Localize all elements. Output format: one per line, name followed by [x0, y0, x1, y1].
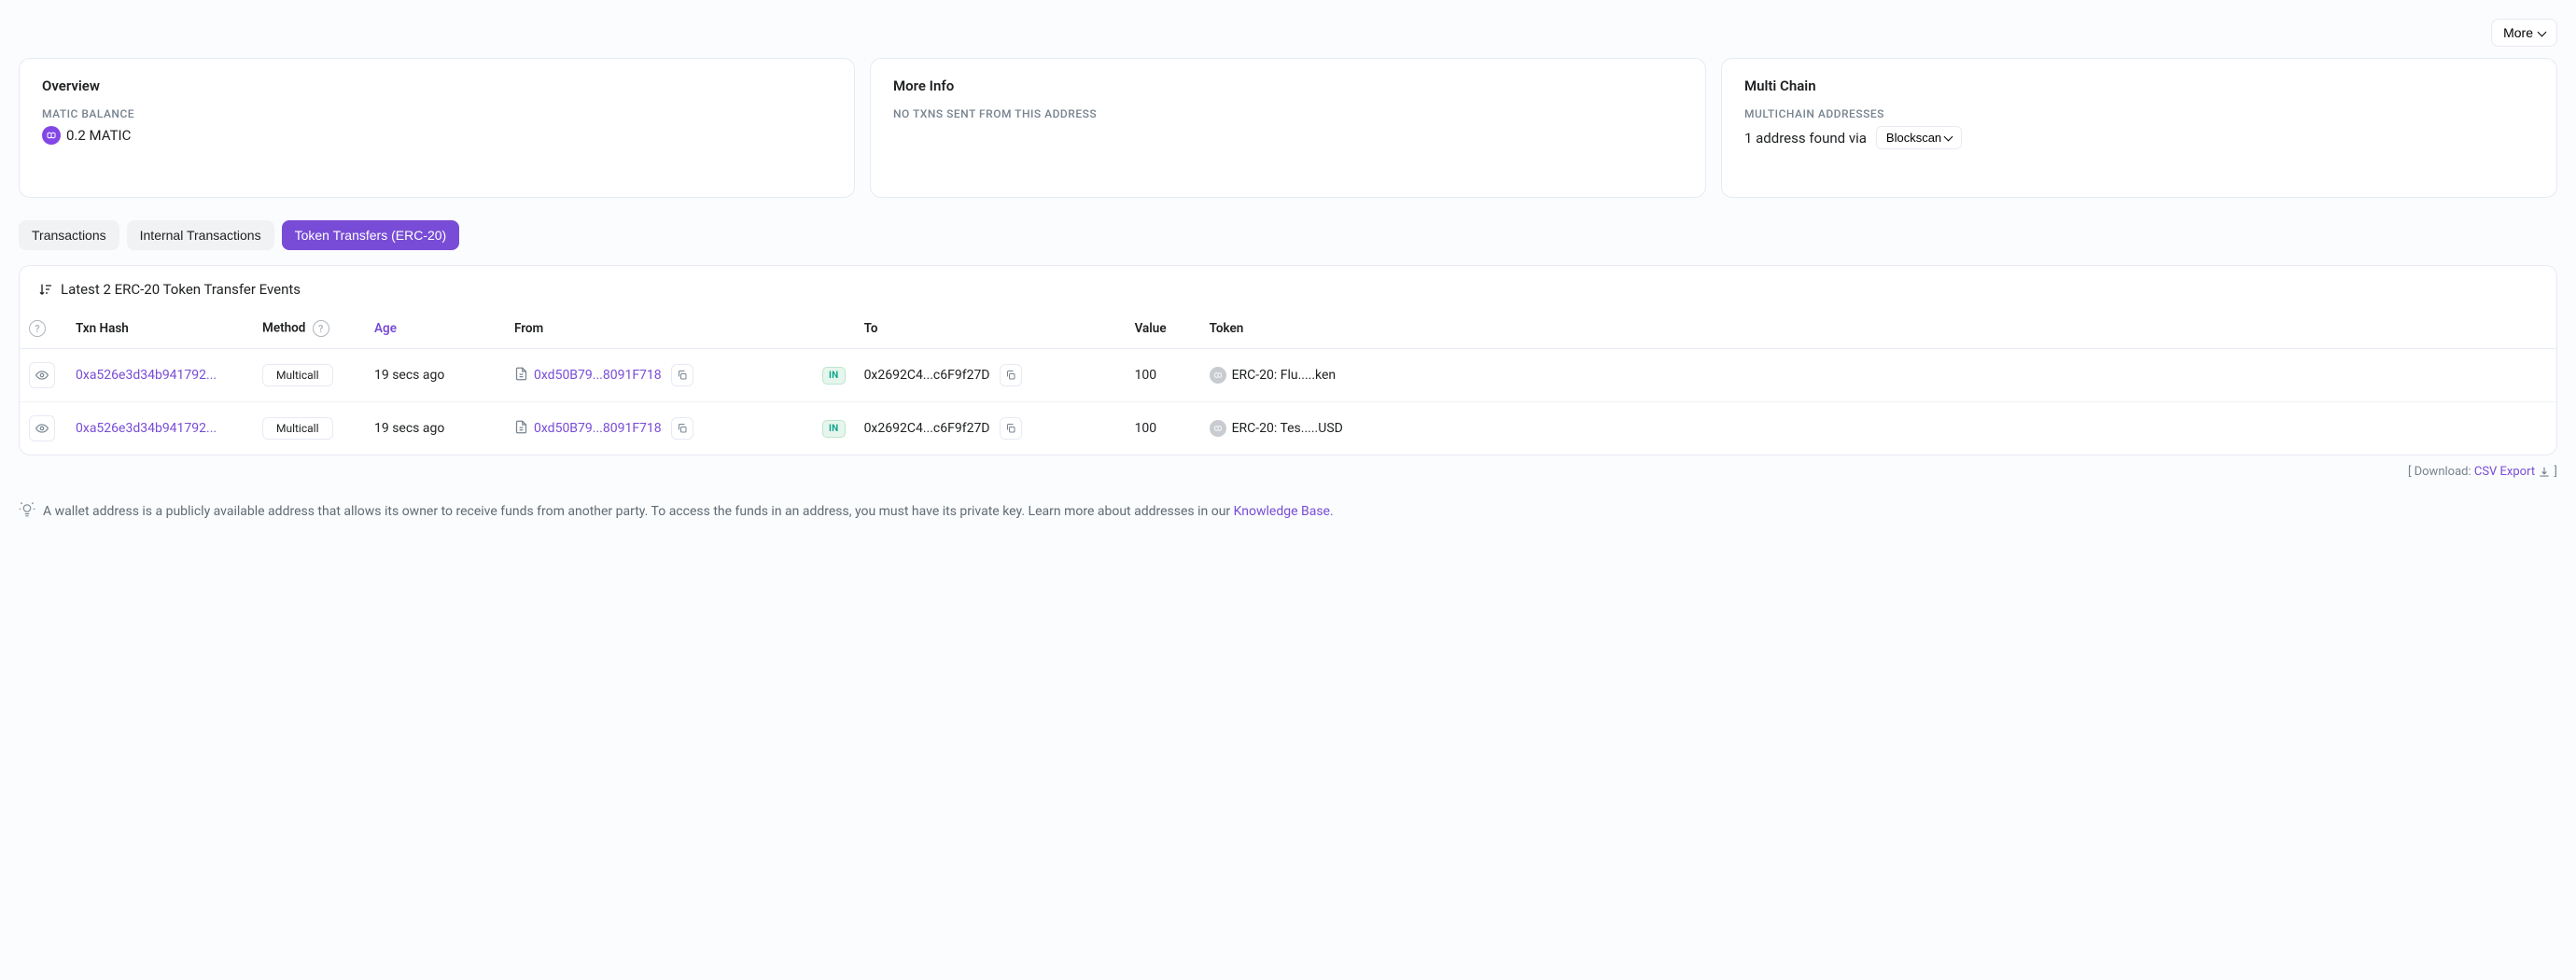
table-row: 0xa526e3d34b941792... Multicall 19 secs … [20, 402, 2556, 455]
more-label: More [2503, 25, 2533, 40]
blockscan-dropdown-button[interactable]: Blockscan [1876, 126, 1962, 149]
copy-button[interactable] [671, 364, 693, 386]
txn-hash-link[interactable]: 0xa526e3d34b941792... [76, 368, 217, 383]
direction-badge: IN [822, 367, 846, 385]
col-direction [813, 309, 855, 349]
more-dropdown-button[interactable]: More [2491, 19, 2557, 47]
col-value: Value [1126, 309, 1200, 349]
col-from: From [505, 309, 813, 349]
method-badge: Multicall [262, 417, 333, 440]
more-info-card: More Info NO TXNS SENT FROM THIS ADDRESS [870, 58, 1706, 198]
info-cards-row: Overview MATIC BALANCE 0.2 MATIC More In… [19, 58, 2557, 198]
age-cell: 19 secs ago [365, 402, 505, 455]
transfers-table: ? Txn Hash Method ? Age From To Value To… [20, 309, 2556, 455]
download-icon [2538, 465, 2554, 479]
csv-export-link[interactable]: CSV Export [2474, 465, 2535, 479]
panel-header: Latest 2 ERC-20 Token Transfer Events [20, 266, 2556, 309]
download-row: [ Download: CSV Export ] [19, 465, 2557, 479]
multichain-found-text: 1 address found via [1744, 130, 1867, 147]
knowledge-base-link[interactable]: Knowledge Base. [1234, 504, 1334, 519]
method-header-label: Method [262, 321, 305, 336]
to-address: 0x2692C4...c6F9f27D [864, 421, 990, 436]
table-row: 0xa526e3d34b941792... Multicall 19 secs … [20, 349, 2556, 402]
direction-badge: IN [822, 420, 846, 438]
top-actions-bar: More [19, 19, 2557, 47]
blockscan-label: Blockscan [1886, 131, 1941, 145]
balance-label: MATIC BALANCE [42, 107, 832, 120]
footer-note: A wallet address is a publicly available… [19, 501, 2557, 522]
to-address: 0x2692C4...c6F9f27D [864, 368, 990, 383]
tab-transactions[interactable]: Transactions [19, 220, 119, 250]
token-icon [1210, 367, 1226, 384]
token-icon [1210, 420, 1226, 437]
balance-value: 0.2 MATIC [66, 127, 131, 144]
copy-button[interactable] [671, 417, 693, 440]
download-suffix: ] [2555, 465, 2557, 479]
transfers-panel: Latest 2 ERC-20 Token Transfer Events ? … [19, 265, 2557, 455]
age-cell: 19 secs ago [365, 349, 505, 402]
copy-button[interactable] [1000, 417, 1022, 440]
more-info-title: More Info [893, 77, 1683, 94]
multichain-label: MULTICHAIN ADDRESSES [1744, 107, 2534, 120]
col-age[interactable]: Age [365, 309, 505, 349]
lightbulb-icon [19, 501, 35, 522]
tab-internal-transactions[interactable]: Internal Transactions [127, 220, 274, 250]
overview-title: Overview [42, 77, 832, 94]
method-badge: Multicall [262, 364, 333, 386]
contract-icon [514, 367, 528, 385]
col-method: Method ? [253, 309, 365, 349]
value-cell: 100 [1126, 402, 1200, 455]
col-token: Token [1200, 309, 2556, 349]
from-address-link[interactable]: 0xd50B79...8091F718 [534, 368, 662, 383]
value-cell: 100 [1126, 349, 1200, 402]
multi-chain-card: Multi Chain MULTICHAIN ADDRESSES 1 addre… [1721, 58, 2557, 198]
preview-button[interactable] [29, 362, 55, 388]
token-link[interactable]: ERC-20: Flu.....ken [1232, 368, 1337, 383]
from-address-link[interactable]: 0xd50B79...8091F718 [534, 421, 662, 436]
col-txn-hash: Txn Hash [66, 309, 253, 349]
preview-button[interactable] [29, 415, 55, 441]
download-prefix: [ Download: [2408, 465, 2474, 479]
matic-icon [42, 126, 61, 145]
col-preview: ? [20, 309, 66, 349]
balance-value-row: 0.2 MATIC [42, 126, 832, 145]
no-txns-label: NO TXNS SENT FROM THIS ADDRESS [893, 107, 1683, 120]
footer-text: A wallet address is a publicly available… [43, 504, 1334, 519]
tabs-row: Transactions Internal Transactions Token… [19, 220, 2557, 250]
panel-title: Latest 2 ERC-20 Token Transfer Events [61, 281, 301, 298]
tab-token-transfers[interactable]: Token Transfers (ERC-20) [282, 220, 460, 250]
copy-button[interactable] [1000, 364, 1022, 386]
help-icon[interactable]: ? [313, 320, 329, 337]
chevron-down-icon [2539, 25, 2545, 40]
chevron-down-icon [1945, 131, 1952, 145]
multi-chain-title: Multi Chain [1744, 77, 2534, 94]
contract-icon [514, 420, 528, 438]
sort-icon [38, 282, 53, 297]
token-link[interactable]: ERC-20: Tes.....USD [1232, 421, 1343, 436]
help-icon[interactable]: ? [29, 320, 46, 337]
col-to: To [855, 309, 1126, 349]
multichain-value-row: 1 address found via Blockscan [1744, 126, 2534, 149]
txn-hash-link[interactable]: 0xa526e3d34b941792... [76, 421, 217, 436]
overview-card: Overview MATIC BALANCE 0.2 MATIC [19, 58, 855, 198]
